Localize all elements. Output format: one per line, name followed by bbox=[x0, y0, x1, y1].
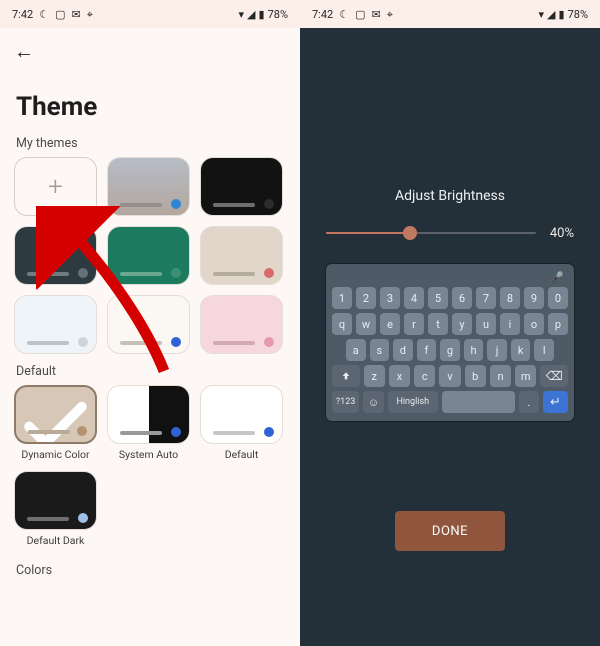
key[interactable]: 3 bbox=[380, 287, 400, 309]
key[interactable]: j bbox=[487, 339, 507, 361]
card-icon: ▢ bbox=[355, 9, 365, 20]
key[interactable]: 4 bbox=[404, 287, 424, 309]
key[interactable]: k bbox=[511, 339, 531, 361]
default-theme-label: Default bbox=[225, 448, 259, 461]
key[interactable]: a bbox=[346, 339, 366, 361]
key[interactable]: p bbox=[548, 313, 568, 335]
theme-swatch[interactable] bbox=[200, 226, 283, 285]
wifi-icon: ▾ bbox=[239, 9, 245, 20]
default-theme-swatch[interactable] bbox=[14, 385, 97, 444]
default-theme-label: System Auto bbox=[119, 448, 178, 461]
mail-icon: ✉ bbox=[372, 9, 381, 20]
theme-swatch[interactable] bbox=[200, 295, 283, 354]
default-theme-swatch[interactable] bbox=[200, 385, 283, 444]
key[interactable]: n bbox=[490, 365, 511, 387]
space-key[interactable] bbox=[442, 391, 515, 413]
mail-icon: ✉ bbox=[72, 9, 81, 20]
theme-swatch[interactable] bbox=[14, 226, 97, 285]
signal-icon: ◢ bbox=[247, 9, 255, 20]
key[interactable]: i bbox=[500, 313, 520, 335]
theme-swatch[interactable] bbox=[107, 295, 190, 354]
theme-swatch[interactable] bbox=[107, 157, 190, 216]
key[interactable]: 5 bbox=[428, 287, 448, 309]
brightness-slider[interactable] bbox=[326, 222, 536, 244]
status-bar: 7:42 ☾ ▢ ✉ ⌖ ▾ ◢ ▮ 78% bbox=[0, 0, 300, 28]
key[interactable]: 7 bbox=[476, 287, 496, 309]
wifi-icon: ▾ bbox=[539, 9, 545, 20]
emoji-key[interactable]: ☺ bbox=[363, 391, 383, 413]
key[interactable]: q bbox=[332, 313, 352, 335]
key[interactable]: z bbox=[364, 365, 385, 387]
enter-key[interactable]: ↵ bbox=[543, 391, 568, 413]
battery-icon: ▮ bbox=[259, 9, 265, 20]
moon-icon: ☾ bbox=[39, 9, 49, 20]
key[interactable]: t bbox=[428, 313, 448, 335]
default-theme-label: Default Dark bbox=[27, 534, 85, 547]
add-theme-button[interactable]: + bbox=[14, 157, 97, 216]
period-key[interactable]: . bbox=[519, 391, 539, 413]
page-title: Theme bbox=[0, 74, 300, 126]
key[interactable]: o bbox=[524, 313, 544, 335]
backspace-key[interactable]: ⌫ bbox=[540, 365, 568, 387]
key[interactable]: e bbox=[380, 313, 400, 335]
status-time: 7:42 bbox=[12, 8, 33, 21]
key[interactable]: l bbox=[534, 339, 554, 361]
key[interactable]: r bbox=[404, 313, 424, 335]
theme-swatch[interactable] bbox=[200, 157, 283, 216]
done-label: DONE bbox=[432, 524, 468, 539]
brightness-title: Adjust Brightness bbox=[300, 188, 600, 204]
key[interactable]: w bbox=[356, 313, 376, 335]
key[interactable]: d bbox=[393, 339, 413, 361]
section-colors: Colors bbox=[0, 553, 300, 584]
status-time: 7:42 bbox=[312, 8, 333, 21]
key[interactable]: 2 bbox=[356, 287, 376, 309]
brightness-value: 40% bbox=[550, 226, 574, 241]
battery-percent: 78% bbox=[268, 8, 288, 21]
battery-percent: 78% bbox=[568, 8, 588, 21]
status-bar: 7:42 ☾ ▢ ✉ ⌖ ▾ ◢ ▮ 78% bbox=[300, 0, 600, 28]
back-button[interactable]: ← bbox=[14, 39, 34, 64]
default-theme-swatch[interactable] bbox=[14, 471, 97, 530]
key[interactable]: 8 bbox=[500, 287, 520, 309]
moon-icon: ☾ bbox=[339, 9, 349, 20]
pin-icon: ⌖ bbox=[387, 9, 393, 20]
key[interactable]: 6 bbox=[452, 287, 472, 309]
key[interactable]: b bbox=[465, 365, 486, 387]
keyboard-preview: 🎤 1234567890 qwertyuiop asdfghjkl zxcvbnm⌫?… bbox=[326, 264, 574, 421]
key[interactable]: h bbox=[464, 339, 484, 361]
battery-icon: ▮ bbox=[559, 9, 565, 20]
done-button[interactable]: DONE bbox=[395, 511, 505, 551]
key[interactable]: x bbox=[389, 365, 410, 387]
shift-key[interactable] bbox=[332, 365, 360, 387]
my-themes-grid: + bbox=[0, 157, 300, 354]
key[interactable]: 1 bbox=[332, 287, 352, 309]
section-default: Default bbox=[0, 354, 300, 385]
plus-icon: + bbox=[48, 172, 63, 202]
section-my-themes: My themes bbox=[0, 126, 300, 157]
key[interactable]: s bbox=[370, 339, 390, 361]
key[interactable]: v bbox=[439, 365, 460, 387]
default-theme-swatch[interactable] bbox=[107, 385, 190, 444]
signal-icon: ◢ bbox=[547, 9, 555, 20]
pin-icon: ⌖ bbox=[87, 9, 93, 20]
key[interactable]: f bbox=[417, 339, 437, 361]
key[interactable]: 9 bbox=[524, 287, 544, 309]
card-icon: ▢ bbox=[55, 9, 65, 20]
default-theme-label: Dynamic Color bbox=[21, 448, 89, 461]
symbols-key[interactable]: ?123 bbox=[332, 391, 359, 413]
theme-swatch[interactable] bbox=[107, 226, 190, 285]
key[interactable]: c bbox=[414, 365, 435, 387]
theme-swatch[interactable] bbox=[14, 295, 97, 354]
language-key[interactable]: Hinglish bbox=[388, 391, 438, 413]
key[interactable]: g bbox=[440, 339, 460, 361]
mic-icon[interactable]: 🎤 bbox=[550, 272, 564, 283]
key[interactable]: m bbox=[515, 365, 536, 387]
key[interactable]: 0 bbox=[548, 287, 568, 309]
key[interactable]: u bbox=[476, 313, 496, 335]
key[interactable]: y bbox=[452, 313, 472, 335]
default-grid: Dynamic Color System Auto Default Default D… bbox=[0, 385, 300, 547]
